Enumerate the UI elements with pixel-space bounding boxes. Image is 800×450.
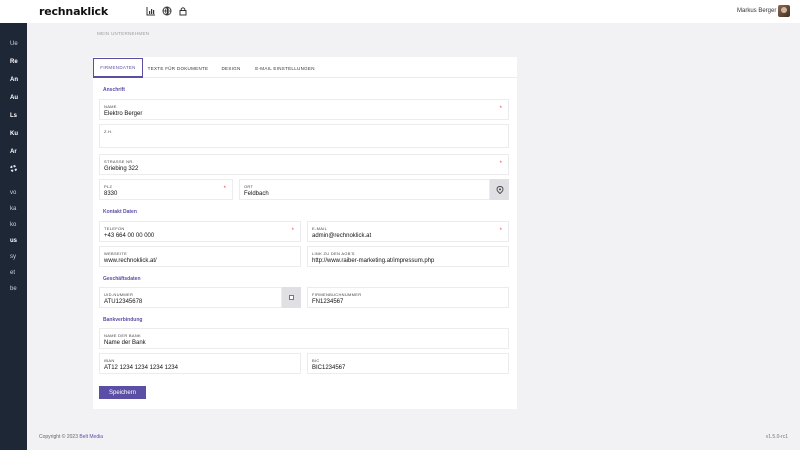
required-marker: *: [291, 228, 294, 234]
ort-value[interactable]: Feldbach: [244, 191, 269, 197]
iban-field[interactable]: IBAN AT12 1234 1234 1234 1234: [99, 353, 301, 374]
zh-label: Z.H.: [104, 129, 113, 134]
webseite-label: WEBSEITE: [104, 251, 128, 256]
copyright-text: Copyright © 2023: [39, 434, 78, 440]
tab-design[interactable]: DESIGN: [217, 58, 245, 78]
breadcrumb: MEIN UNTERNEHMEN: [97, 31, 150, 36]
save-button[interactable]: Speichern: [99, 386, 146, 399]
top-bar: rechnaklick Markus Berger: [0, 0, 800, 23]
uid-field[interactable]: UID-NUMMER ATU12345678: [99, 287, 282, 308]
chart-icon[interactable]: [146, 6, 156, 16]
email-value[interactable]: admin@rechnoklick.at: [312, 233, 371, 239]
section-title-bankverbindung: Bankverbindung: [103, 317, 143, 323]
plz-field[interactable]: PLZ 8330 *: [99, 179, 233, 200]
section-title-anschrift: Anschrift: [103, 87, 125, 93]
bankname-label: NAME DER BANK: [104, 333, 142, 338]
bic-label: BIC: [312, 358, 320, 363]
strasse-field[interactable]: STRASSE NR. Griebing 322 *: [99, 154, 509, 175]
iban-label: IBAN: [104, 358, 115, 363]
plz-value[interactable]: 8330: [104, 191, 117, 197]
location-pin-button[interactable]: [490, 179, 509, 200]
sidebar-item-ka[interactable]: ka: [0, 202, 27, 216]
bic-value[interactable]: BIC1234567: [312, 365, 345, 371]
sidebar-item-be[interactable]: be: [0, 282, 27, 296]
firmenbuch-value[interactable]: FN1234567: [312, 299, 343, 305]
settings-card: FIRMENDATEN TEXTE FÜR DOKUMENTE DESIGN E…: [93, 57, 517, 409]
firmenbuch-label: FIRMENBUCHNUMMER: [312, 292, 362, 297]
required-marker: *: [223, 186, 226, 192]
webseite-field[interactable]: WEBSEITE www.rechnoklick.at/: [99, 246, 301, 267]
uid-label: UID-NUMMER: [104, 292, 134, 297]
user-name[interactable]: Markus Berger: [737, 8, 776, 14]
globe-icon[interactable]: [162, 6, 172, 16]
app-version: v1.5.0-rc1: [765, 434, 788, 440]
agb-link-value[interactable]: http://www.raiber-marketing.at/impressum…: [312, 258, 434, 264]
ort-field[interactable]: ORT Feldbach: [239, 179, 490, 200]
email-field[interactable]: E-MAIL admin@rechnoklick.at *: [307, 221, 509, 242]
tab-email-einstellungen[interactable]: E-MAIL EINSTELLUNGEN: [253, 58, 317, 78]
tab-firmendaten[interactable]: FIRMENDATEN: [93, 58, 143, 78]
sidebar-item-an[interactable]: An: [0, 73, 27, 87]
telefon-field[interactable]: TELEFON +43 664 00 00 000 *: [99, 221, 301, 242]
sidebar-item-vo[interactable]: vo: [0, 186, 27, 200]
name-label: NAME: [104, 104, 117, 109]
tab-texte-fuer-dokumente[interactable]: TEXTE FÜR DOKUMENTE: [147, 58, 209, 78]
zh-field[interactable]: Z.H.: [99, 124, 509, 148]
required-marker: *: [499, 228, 502, 234]
email-label: E-MAIL: [312, 226, 328, 231]
location-pin-icon: [496, 185, 503, 194]
plz-label: PLZ: [104, 184, 113, 189]
uid-check-button[interactable]: [282, 287, 301, 308]
sidebar-item-ar[interactable]: Ar: [0, 145, 27, 159]
agb-link-label: LINK ZU DEN AGB'S: [312, 251, 355, 256]
strasse-label: STRASSE NR.: [104, 159, 134, 164]
sidebar-item-au[interactable]: Au: [0, 91, 27, 105]
required-marker: *: [499, 106, 502, 112]
sidebar-item-us[interactable]: us: [0, 234, 27, 248]
sidebar-item-sy[interactable]: sy: [0, 250, 27, 264]
gear-icon[interactable]: [10, 165, 17, 172]
footer-copyright: Copyright © 2023 Belt Media: [39, 434, 103, 440]
sidebar-item-ls[interactable]: Ls: [0, 109, 27, 123]
name-value[interactable]: Elektro Berger: [104, 111, 142, 117]
bankname-field[interactable]: NAME DER BANK Name der Bank: [99, 328, 509, 349]
required-marker: *: [499, 161, 502, 167]
avatar[interactable]: [778, 5, 790, 17]
main-content: MEIN UNTERNEHMEN FIRMENDATEN TEXTE FÜR D…: [27, 23, 800, 450]
telefon-value[interactable]: +43 664 00 00 000: [104, 233, 154, 239]
sidebar: Ue Re An Au Ls Ku Ar vo ka ko us sy et b…: [0, 23, 27, 450]
copyright-link[interactable]: Belt Media: [79, 434, 103, 440]
name-field[interactable]: NAME Elektro Berger *: [99, 99, 509, 120]
bankname-value[interactable]: Name der Bank: [104, 340, 146, 346]
uid-value[interactable]: ATU12345678: [104, 299, 142, 305]
firmenbuch-field[interactable]: FIRMENBUCHNUMMER FN1234567: [307, 287, 509, 308]
sidebar-item-ue[interactable]: Ue: [0, 37, 27, 51]
sidebar-item-re[interactable]: Re: [0, 55, 27, 69]
lock-icon[interactable]: [178, 6, 188, 16]
iban-value[interactable]: AT12 1234 1234 1234 1234: [104, 365, 178, 371]
sidebar-item-ku[interactable]: Ku: [0, 127, 27, 141]
sidebar-item-ko[interactable]: ko: [0, 218, 27, 232]
top-icon-group: [146, 6, 188, 16]
section-title-geschaeftsdaten: Geschäftsdaten: [103, 276, 141, 282]
app-logo[interactable]: rechnaklick: [39, 5, 108, 18]
webseite-value[interactable]: www.rechnoklick.at/: [104, 258, 157, 264]
bic-field[interactable]: BIC BIC1234567: [307, 353, 509, 374]
strasse-value[interactable]: Griebing 322: [104, 166, 138, 172]
tab-bar: FIRMENDATEN TEXTE FÜR DOKUMENTE DESIGN E…: [93, 57, 517, 78]
ort-label: ORT: [244, 184, 254, 189]
telefon-label: TELEFON: [104, 226, 125, 231]
agb-link-field[interactable]: LINK ZU DEN AGB'S http://www.raiber-mark…: [307, 246, 509, 267]
section-title-kontakt: Kontakt Daten: [103, 209, 137, 215]
sidebar-item-et[interactable]: et: [0, 266, 27, 280]
uid-checkbox[interactable]: [289, 295, 294, 300]
